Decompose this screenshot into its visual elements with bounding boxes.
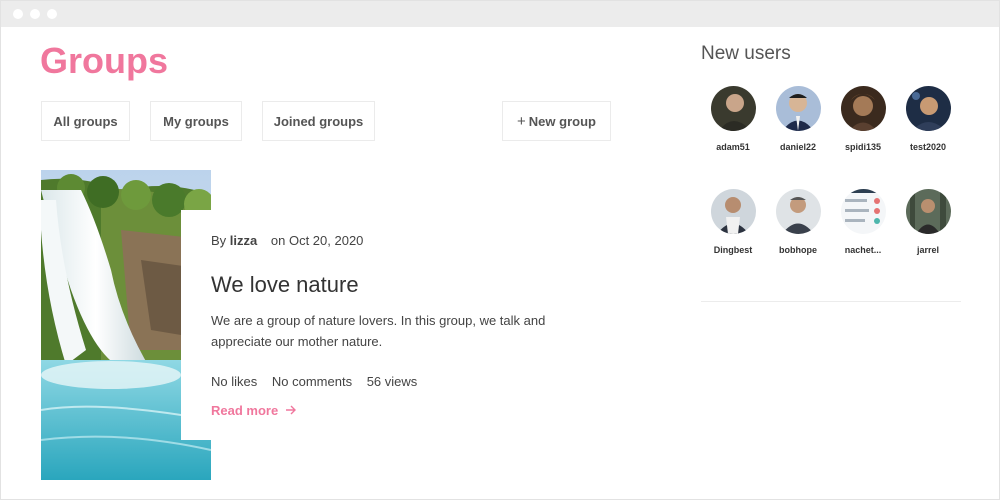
new-group-button[interactable]: + New group <box>502 101 611 141</box>
avatar <box>710 86 756 131</box>
avatar <box>775 189 821 234</box>
my-groups-button[interactable]: My groups <box>150 101 242 141</box>
user-item[interactable]: spidi135 <box>828 86 898 152</box>
avatar <box>775 86 821 131</box>
username: jarrel <box>916 245 940 255</box>
avatar <box>710 189 756 234</box>
window-dot-icon <box>47 9 57 19</box>
avatar <box>905 189 951 234</box>
read-more-link[interactable]: Read more <box>211 403 297 418</box>
username: test2020 <box>909 142 947 152</box>
group-stats: No likes No comments 56 views <box>211 374 428 389</box>
browser-window: Groups All groups My groups Joined group… <box>0 0 1000 500</box>
user-item[interactable]: Dingbest <box>698 189 768 255</box>
plus-icon: + <box>517 112 526 130</box>
joined-groups-button[interactable]: Joined groups <box>262 101 375 141</box>
username: Dingbest <box>713 245 753 255</box>
user-item[interactable]: adam51 <box>698 86 768 152</box>
window-titlebar <box>1 1 999 27</box>
post-meta: By lizza on Oct 20, 2020 <box>211 233 363 248</box>
all-groups-button[interactable]: All groups <box>41 101 130 141</box>
read-more-label: Read more <box>211 403 279 418</box>
group-description: We are a group of nature lovers. In this… <box>211 313 546 349</box>
new-group-label: New group <box>528 113 596 129</box>
username: bobhope <box>779 245 817 255</box>
avatar <box>905 86 951 131</box>
views-count: 56 views <box>366 374 418 389</box>
window-dot-icon <box>13 9 23 19</box>
arrow-right-icon <box>286 403 297 418</box>
username: spidi135 <box>844 142 882 152</box>
sidebar-divider <box>701 301 961 302</box>
user-item[interactable]: nachet... <box>828 189 898 255</box>
username: daniel22 <box>779 142 817 152</box>
user-item[interactable]: test2020 <box>893 86 963 152</box>
user-item[interactable]: jarrel <box>893 189 963 255</box>
post-date: on Oct 20, 2020 <box>270 233 364 248</box>
author-link[interactable]: lizza <box>230 233 257 248</box>
user-item[interactable]: daniel22 <box>763 86 833 152</box>
comments-count: No comments <box>271 374 353 389</box>
window-dot-icon <box>30 9 40 19</box>
username: nachet... <box>844 245 882 255</box>
by-label: By <box>211 233 227 248</box>
avatar <box>840 189 886 234</box>
avatar <box>840 86 886 131</box>
likes-count: No likes <box>211 374 258 389</box>
username: adam51 <box>716 142 750 152</box>
user-item[interactable]: bobhope <box>763 189 833 255</box>
group-card: By lizza on Oct 20, 2020 We love nature … <box>181 210 621 440</box>
page-title: Groups <box>40 40 169 81</box>
group-title[interactable]: We love nature <box>211 272 359 298</box>
new-users-title: New users <box>701 43 791 64</box>
